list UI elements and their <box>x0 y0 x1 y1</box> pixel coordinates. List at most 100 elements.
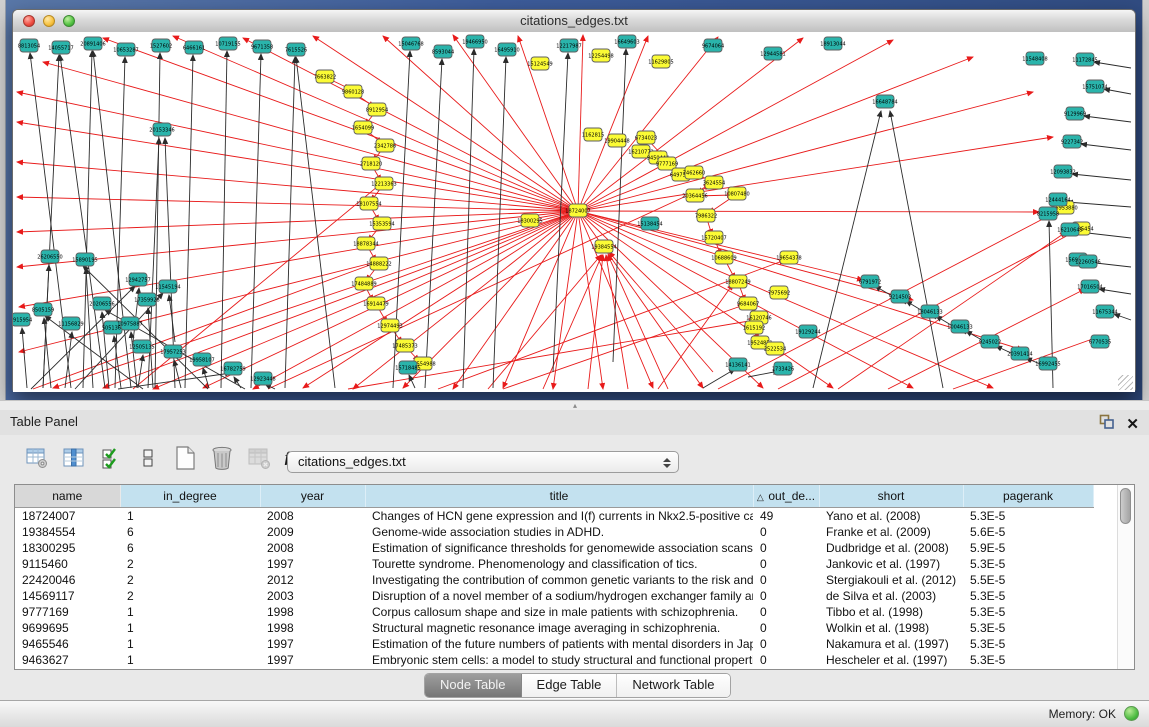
table-row[interactable]: 911546021997Tourette syndrome. Phenomeno… <box>15 556 1093 572</box>
graph-node[interactable]: 19466950 <box>462 35 487 48</box>
table-cell[interactable]: 2012 <box>260 572 365 588</box>
graph-node[interactable]: 20206556 <box>89 297 114 310</box>
splitter-handle[interactable]: ▴ <box>569 402 581 409</box>
table-cell[interactable]: 0 <box>753 556 819 572</box>
graph-node[interactable]: 12254498 <box>588 49 613 62</box>
graph-node[interactable]: 18046133 <box>917 305 942 318</box>
graph-node[interactable]: 12923448 <box>250 372 275 385</box>
graph-node[interactable]: 12944581 <box>760 47 785 60</box>
column-visibility-icon[interactable] <box>61 444 87 472</box>
tab-network-table[interactable]: Network Table <box>617 674 729 697</box>
graph-node[interactable]: 15138454 <box>637 217 662 230</box>
graph-node[interactable]: 11629805 <box>648 55 673 68</box>
table-scrollbar-thumb[interactable] <box>1120 488 1131 524</box>
graph-node[interactable]: 9245022 <box>979 335 1001 348</box>
graph-node[interactable]: 15720407 <box>701 231 726 244</box>
table-row[interactable]: 1456911722003Disruption of a novel membe… <box>15 588 1093 604</box>
table-cell[interactable]: 5.3E-5 <box>963 620 1093 636</box>
graph-edge[interactable] <box>17 211 578 232</box>
graph-edge[interactable] <box>493 57 506 388</box>
graph-node[interactable]: 9227342 <box>1061 135 1083 148</box>
graph-edge[interactable] <box>1084 116 1131 122</box>
table-cell[interactable]: 0 <box>753 524 819 540</box>
table-cell[interactable]: 6 <box>120 540 260 556</box>
table-cell[interactable]: Changes of HCN gene expression and I(f) … <box>365 508 753 525</box>
graph-node[interactable]: 6791972 <box>859 275 881 288</box>
graph-node[interactable]: 7462660 <box>683 166 705 179</box>
table-cell[interactable]: 14569117 <box>15 588 120 604</box>
graph-edge[interactable] <box>1094 62 1131 68</box>
graph-node[interactable]: 9674064 <box>702 39 724 52</box>
graph-edge[interactable] <box>463 49 474 388</box>
table-cell[interactable]: 5.3E-5 <box>963 556 1093 572</box>
table-cell[interactable]: 5.3E-5 <box>963 604 1093 620</box>
graph-node[interactable]: 17359928 <box>134 293 159 306</box>
float-panel-icon[interactable] <box>1099 414 1114 434</box>
table-cell[interactable]: Tourette syndrome. Phenomenology and cla… <box>365 556 753 572</box>
table-cell[interactable]: 9777169 <box>15 604 120 620</box>
graph-node[interactable]: 17957253 <box>160 345 185 358</box>
graph-node[interactable]: 8505159 <box>32 303 54 316</box>
graph-edge[interactable] <box>890 111 943 388</box>
graph-node[interactable]: 16992455 <box>1035 357 1060 370</box>
table-cell[interactable]: Stergiakouli et al. (2012) <box>819 572 963 588</box>
network-canvas[interactable]: 8813054140557172089140610653287152760264… <box>13 32 1135 392</box>
table-cell[interactable]: 2008 <box>260 508 365 525</box>
tab-node-table[interactable]: Node Table <box>425 674 522 697</box>
graph-node[interactable]: 15353594 <box>369 217 394 230</box>
window-resize-grip[interactable] <box>1118 375 1133 390</box>
graph-edge[interactable] <box>488 255 601 389</box>
graph-edge[interactable] <box>1072 174 1131 180</box>
graph-node[interactable]: 11172845 <box>1072 53 1097 66</box>
graph-node[interactable]: 12505135 <box>129 340 154 353</box>
tab-edge-table[interactable]: Edge Table <box>522 674 618 697</box>
graph-node[interactable]: 2718120 <box>360 157 382 170</box>
graph-node[interactable]: 12974493 <box>377 319 402 332</box>
graph-node[interactable]: 16649603 <box>614 35 639 48</box>
graph-edge[interactable] <box>43 265 49 388</box>
graph-edge[interactable] <box>1099 289 1131 294</box>
network-view-window[interactable]: citations_edges.txt 88130541405571720891… <box>12 9 1136 392</box>
table-cell[interactable]: 1 <box>120 652 260 668</box>
table-cell[interactable]: 5.3E-5 <box>963 636 1093 652</box>
graph-edge[interactable] <box>609 252 713 372</box>
graph-node[interactable]: 11548408 <box>1022 52 1047 65</box>
table-cell[interactable]: 0 <box>753 604 819 620</box>
table-cell[interactable]: 2009 <box>260 524 365 540</box>
table-cell[interactable]: 9699695 <box>15 620 120 636</box>
graph-edge[interactable] <box>588 255 603 389</box>
table-cell[interactable]: Nakamura et al. (1997) <box>819 636 963 652</box>
graph-node[interactable]: 16782759 <box>220 362 245 375</box>
table-row[interactable]: 1830029562008Estimation of significance … <box>15 540 1093 556</box>
graph-node[interactable]: 18724007 <box>565 204 590 217</box>
network-table-select[interactable]: citations_edges.txt <box>287 451 679 473</box>
graph-node[interactable]: 10653287 <box>113 43 138 56</box>
graph-node[interactable]: 12260546 <box>1075 255 1100 268</box>
table-cell[interactable]: 9465546 <box>15 636 120 652</box>
table-cell[interactable]: 2 <box>120 556 260 572</box>
graph-edge[interactable] <box>30 53 71 388</box>
column-header-out_de[interactable]: △ out_de... <box>753 485 819 508</box>
window-titlebar[interactable]: citations_edges.txt <box>13 10 1135 33</box>
graph-node[interactable]: 17484889 <box>351 277 376 290</box>
graph-edge[interactable] <box>93 51 131 388</box>
graph-node[interactable]: 9860128 <box>342 85 364 98</box>
graph-edge[interactable] <box>838 232 1066 389</box>
table-cell[interactable]: 1 <box>120 636 260 652</box>
table-cell[interactable]: Hescheler et al. (1997) <box>819 652 963 668</box>
graph-node[interactable]: 18107554 <box>356 197 381 210</box>
table-cell[interactable]: Tibbo et al. (1998) <box>819 604 963 620</box>
graph-node[interactable]: 20153346 <box>149 123 174 136</box>
graph-node[interactable]: 11156829 <box>58 317 83 330</box>
graph-node[interactable]: 1654099 <box>352 121 374 134</box>
row-selection-icon[interactable] <box>98 444 124 472</box>
table-cell[interactable]: 1 <box>120 620 260 636</box>
table-cell[interactable]: Dudbridge et al. (2008) <box>819 540 963 556</box>
table-cell[interactable]: 5.3E-5 <box>963 652 1093 668</box>
graph-edge[interactable] <box>578 211 863 280</box>
graph-edge[interactable] <box>578 211 1039 212</box>
table-cell[interactable]: 19384554 <box>15 524 120 540</box>
table-row[interactable]: 977716911998Corpus callosum shape and si… <box>15 604 1093 620</box>
table-cell[interactable]: Structural magnetic resonance image aver… <box>365 620 753 636</box>
graph-edge[interactable] <box>703 369 735 388</box>
